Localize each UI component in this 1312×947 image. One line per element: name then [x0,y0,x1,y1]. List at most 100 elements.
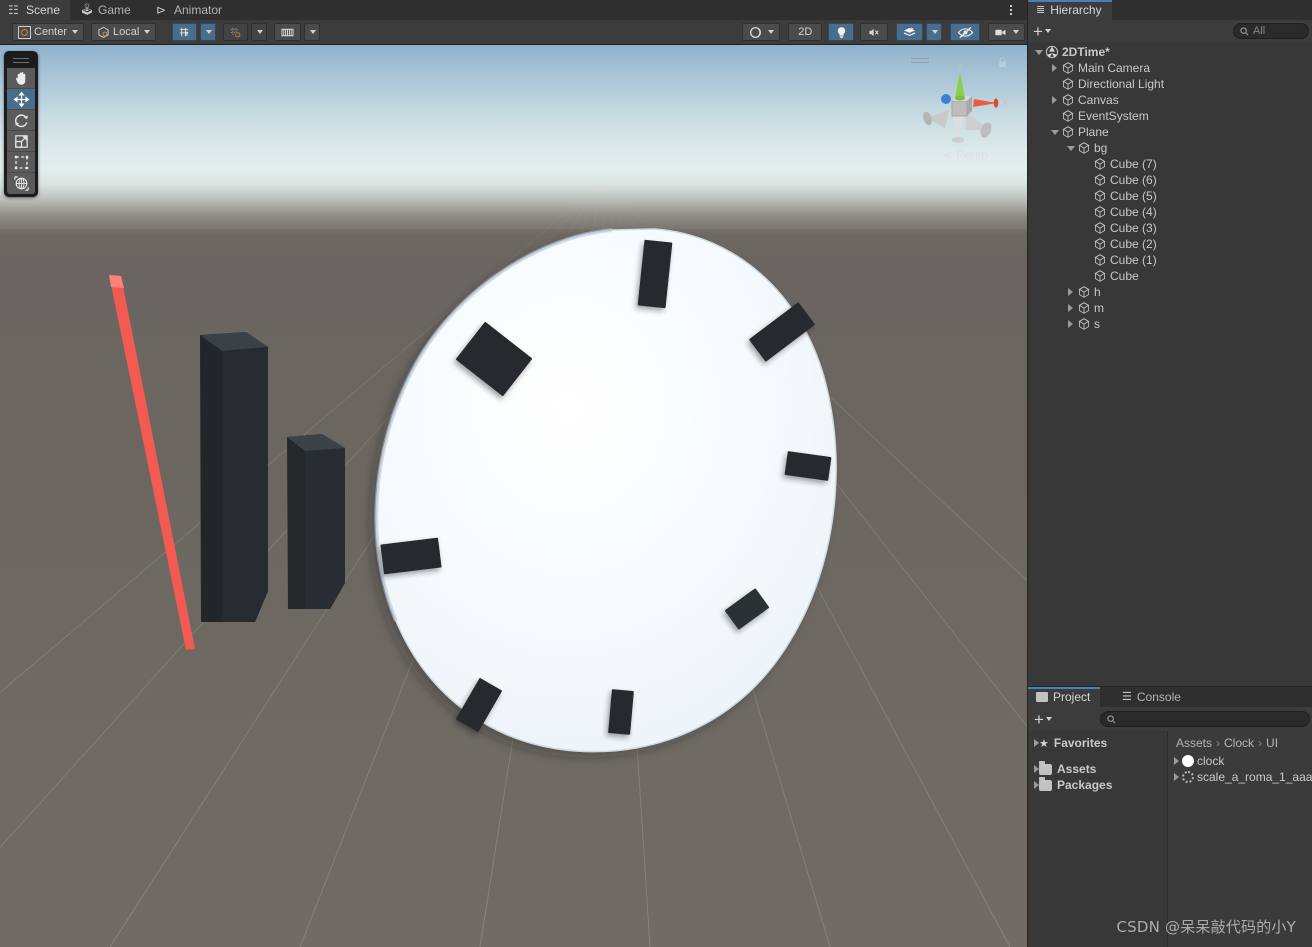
hierarchy-item-cube-7[interactable]: Cube (7) [1028,156,1312,172]
scene-grid [0,141,1027,947]
hierarchy-item-m[interactable]: m [1028,300,1312,316]
tab-scene-label: Scene [26,3,61,17]
hierarchy-item-bg[interactable]: bg [1028,140,1312,156]
grid-snap-toggle[interactable] [172,23,198,41]
scale-tool[interactable] [7,131,35,152]
hierarchy-item-canvas[interactable]: Canvas [1028,92,1312,108]
effects-toggle[interactable] [896,23,924,41]
scene-view-gizmo[interactable]: y x z ≺ Persp [905,50,1015,170]
hierarchy-item-cube-5[interactable]: Cube (5) [1028,188,1312,204]
tab-scene[interactable]: ☷ Scene [0,0,71,20]
transform-tool[interactable] [7,173,35,194]
asset-list[interactable]: clock scale_a_roma_1_aaa [1168,753,1312,785]
breadcrumb-item-clock[interactable]: Clock [1224,736,1254,750]
twisty-collapsed[interactable] [1174,757,1179,765]
scene-visibility-toggle[interactable] [950,23,981,41]
scene-lighting-toggle[interactable] [828,23,855,41]
breadcrumb-separator: › [1216,736,1221,750]
hierarchy-create-button[interactable]: + [1033,23,1051,40]
move-tool[interactable] [7,89,35,110]
tab-hierarchy[interactable]: ≣ Hierarchy [1028,0,1112,20]
project-sidebar-item-packages[interactable]: Packages [1028,776,1167,793]
hierarchy-item-h[interactable]: h [1028,284,1312,300]
grid-snap-dropdown[interactable] [200,23,217,41]
tab-game[interactable]: 🕹 Game [72,0,141,20]
project-content[interactable]: Assets › Clock › UI clock scale_a_roma_1_aaa [1168,731,1312,947]
hierarchy-item-main-camera[interactable]: Main Camera [1028,60,1312,76]
right-column: ≣ Hierarchy + All 2DTime* Main Camera Di… [1027,0,1312,947]
hierarchy-tree[interactable]: 2DTime* Main Camera Directional Light Canva… [1028,42,1312,686]
hierarchy-item-cube-4[interactable]: Cube (4) [1028,204,1312,220]
folder-icon [1036,692,1048,702]
twisty-collapsed[interactable] [1048,64,1061,72]
hierarchy-item-s[interactable]: s [1028,316,1312,332]
hierarchy-item-2dtime[interactable]: 2DTime* [1028,44,1312,60]
hierarchy-search-input[interactable]: All [1233,23,1309,39]
gameobject-icon [1093,189,1107,203]
hierarchy-item-directional-light[interactable]: Directional Light [1028,76,1312,92]
hierarchy-icon: ≣ [1036,4,1046,16]
rect-tool[interactable] [7,152,35,173]
animator-icon: ⊳ [156,2,167,17]
effects-dropdown[interactable] [926,23,943,41]
project-search-input[interactable] [1100,711,1310,727]
project-sidebar-item-favorites[interactable]: ★ Favorites [1028,735,1167,751]
project-sidebar-item-assets[interactable]: Assets [1028,760,1167,777]
hierarchy-item-plane[interactable]: Plane [1028,124,1312,140]
project-sidebar-spacer [1028,751,1167,761]
hierarchy-item-cube[interactable]: Cube [1028,268,1312,284]
pivot-mode-dropdown[interactable]: Center [12,23,85,41]
asset-item-clock[interactable]: clock [1168,753,1312,769]
watermark-text: CSDN @呆呆敲代码的小Y [1116,918,1296,936]
handle-space-dropdown[interactable]: Local [91,23,157,41]
snap-increment-dropdown[interactable] [251,23,268,41]
snap-increment-toggle[interactable] [223,23,249,41]
twisty-collapsed[interactable] [1174,773,1179,781]
gamepad-icon: 🕹 [80,3,94,16]
scene-camera-settings[interactable] [988,23,1026,41]
chevron-down-icon [1044,29,1051,33]
projection-text: Persp [956,148,988,162]
project-sidebar-label: Favorites [1053,736,1108,750]
hierarchy-item-cube-3[interactable]: Cube (3) [1028,220,1312,236]
rotate-tool[interactable] [7,110,35,131]
twisty-collapsed[interactable] [1048,96,1061,104]
gameobject-icon [1077,317,1091,331]
hierarchy-item-cube-2[interactable]: Cube (2) [1028,236,1312,252]
tab-project[interactable]: Project [1028,687,1101,707]
hierarchy-item-cube-6[interactable]: Cube (6) [1028,172,1312,188]
project-sidebar[interactable]: ★ Favorites Assets Packages [1028,731,1168,947]
draw-mode-dropdown[interactable] [742,23,781,41]
hierarchy-item-label: s [1094,317,1100,331]
tools-drag-handle[interactable] [13,56,29,65]
unity-editor-window: ☷ Scene 🕹 Game ⊳ Animator Center Local 2… [0,0,1312,947]
twisty-expanded[interactable] [1064,145,1077,151]
sprite-dotted-icon [1182,771,1194,783]
ruler-dropdown[interactable] [304,23,321,41]
twisty-expanded[interactable] [1032,49,1045,55]
gizmo-axis-y-label: y [958,60,963,71]
tab-project-label: Project [1053,690,1091,704]
hierarchy-item-cube-1[interactable]: Cube (1) [1028,252,1312,268]
more-options-icon[interactable] [1004,2,1018,18]
scene-audio-toggle[interactable] [860,23,889,41]
twisty-collapsed[interactable] [1064,320,1077,328]
tab-animator[interactable]: ⊳ Animator [148,0,232,20]
tab-console[interactable]: ☰ Console [1114,687,1191,707]
breadcrumb-item-ui[interactable]: UI [1266,736,1278,750]
2d-toggle[interactable]: 2D [788,23,823,41]
ruler-toggle[interactable] [274,23,302,41]
hand-tool[interactable] [7,68,35,89]
breadcrumb[interactable]: Assets › Clock › UI [1168,735,1312,753]
project-create-button[interactable]: + [1034,711,1052,728]
twisty-expanded[interactable] [1048,129,1061,135]
twisty-collapsed[interactable] [1064,288,1077,296]
hierarchy-item-eventsystem[interactable]: EventSystem [1028,108,1312,124]
scene-viewport[interactable]: y x z ≺ Persp [0,45,1027,947]
hierarchy-item-label: Plane [1078,125,1109,139]
projection-mode-label[interactable]: ≺ Persp [915,148,1015,162]
asset-item-scale_a_roma_1_aaa[interactable]: scale_a_roma_1_aaa [1168,769,1312,785]
breadcrumb-item-assets[interactable]: Assets [1176,736,1212,750]
twisty-collapsed[interactable] [1064,304,1077,312]
star-icon: ★ [1039,737,1049,750]
